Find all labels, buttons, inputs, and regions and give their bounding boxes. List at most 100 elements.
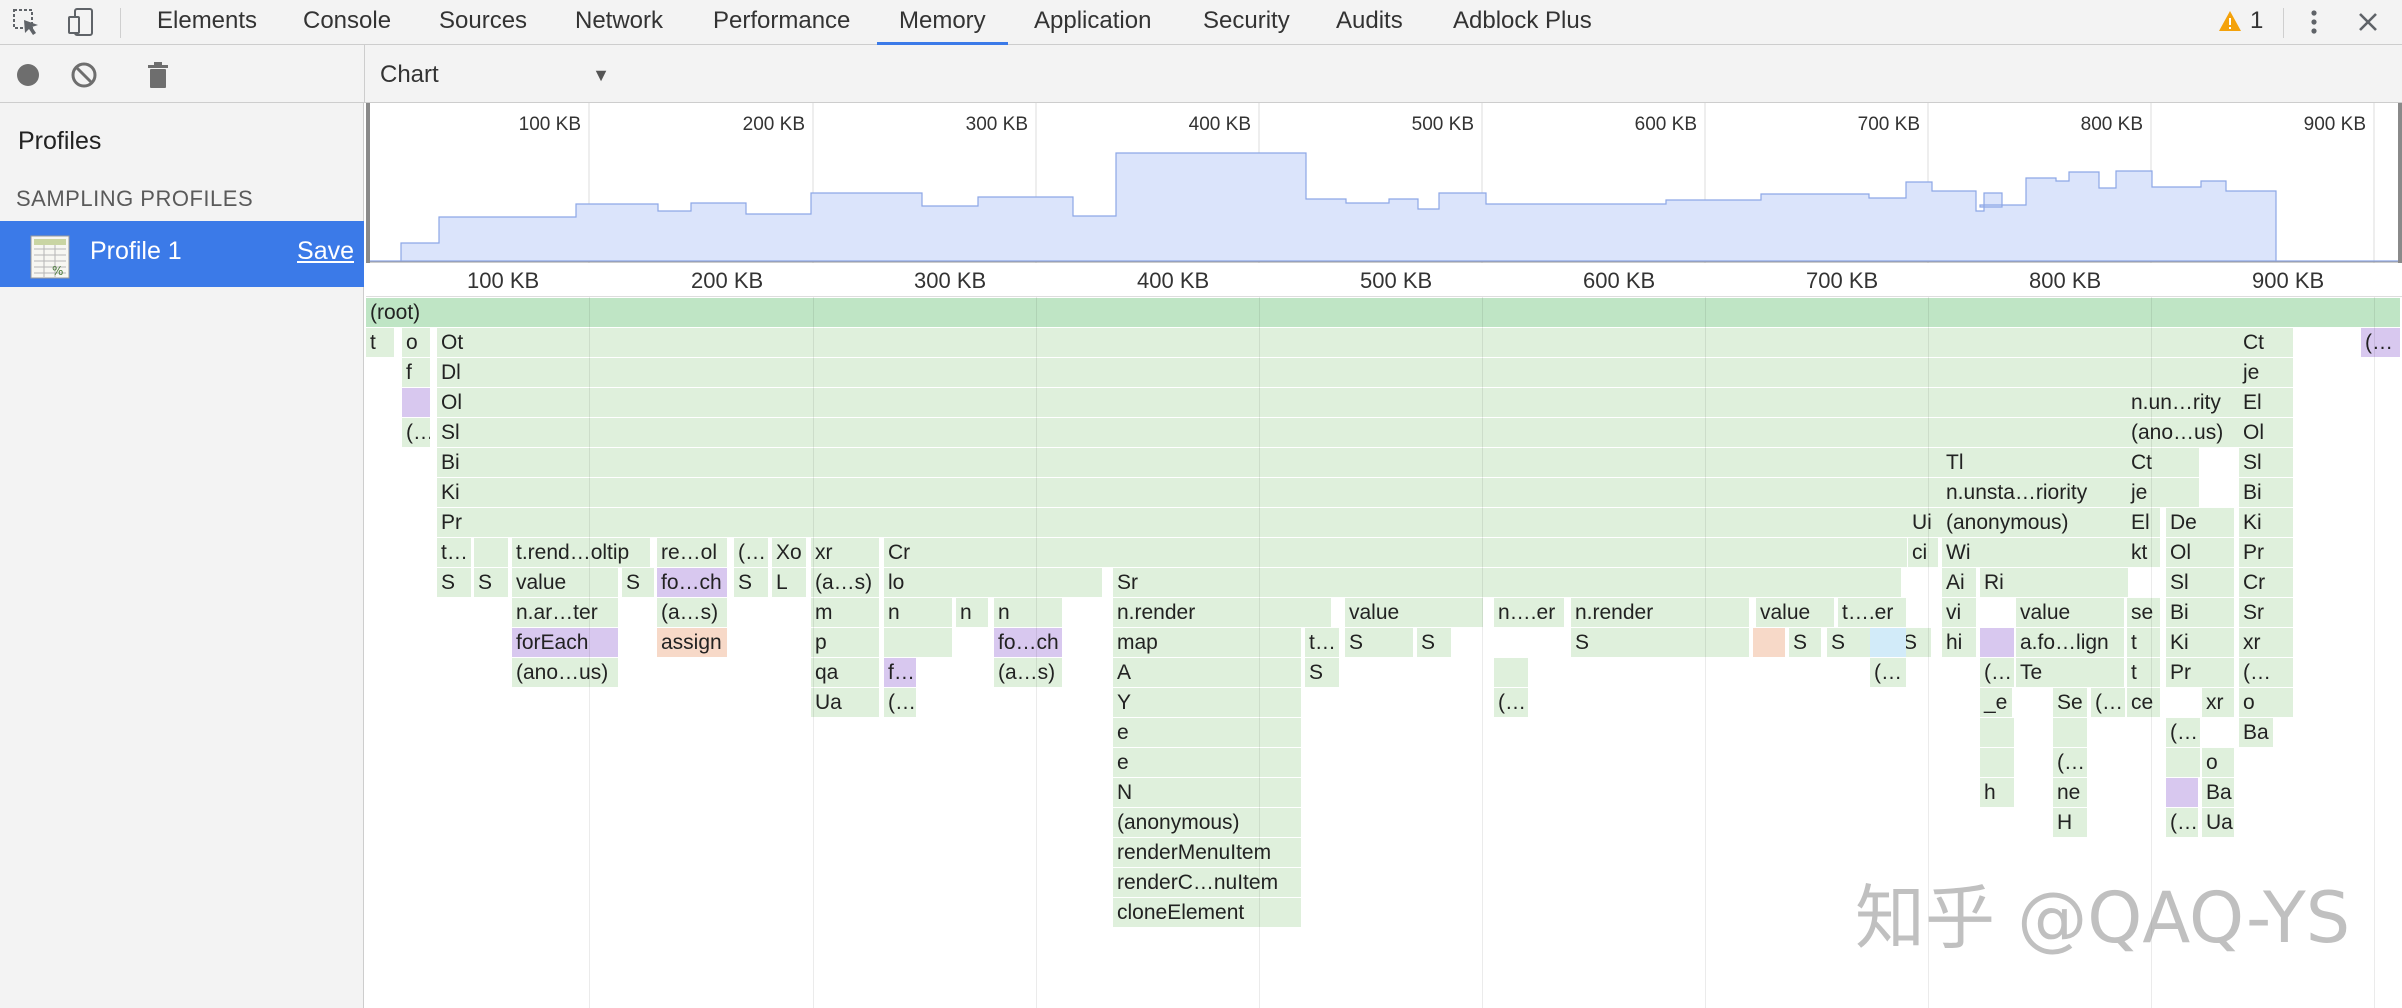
flame-frame[interactable]: Xo (772, 538, 806, 567)
flame-frame[interactable]: Ui (1908, 508, 1938, 537)
flame-frame[interactable]: Sl (2239, 448, 2293, 477)
flame-frame[interactable] (402, 388, 430, 417)
flame-frame[interactable]: Ai (1942, 568, 1976, 597)
flame-frame[interactable]: Bi (2166, 598, 2234, 627)
flame-frame[interactable]: (… (884, 688, 916, 717)
flame-frame[interactable]: L (772, 568, 806, 597)
flame-frame[interactable]: o (2202, 748, 2234, 777)
flame-frame[interactable]: Ba (2202, 778, 2234, 807)
flame-frame[interactable]: Pr (2239, 538, 2293, 567)
flame-frame[interactable]: (… (2053, 748, 2087, 777)
flame-frame[interactable]: qa (811, 658, 879, 687)
flame-frame[interactable]: (a…s) (811, 568, 879, 597)
warning-count[interactable]: 1 (2250, 0, 2263, 45)
flame-frame[interactable]: n.ar…ter (512, 598, 618, 627)
flame-frame[interactable]: e (1113, 718, 1301, 747)
tab-memory[interactable]: Memory (877, 0, 1008, 45)
tab-elements[interactable]: Elements (157, 0, 257, 45)
flame-frame[interactable]: Bi (2239, 478, 2293, 507)
tab-adblock-plus[interactable]: Adblock Plus (1453, 0, 1592, 45)
flame-frame[interactable]: El (2127, 508, 2160, 537)
flame-frame[interactable]: je (2239, 358, 2293, 387)
flame-frame[interactable]: Bi (437, 448, 1965, 477)
overview-left-handle[interactable] (366, 103, 370, 263)
flame-frame[interactable]: Y (1113, 688, 1301, 717)
flame-frame[interactable]: Sl (437, 418, 2243, 447)
flame-frame[interactable]: (ano…us) (512, 658, 618, 687)
tab-performance[interactable]: Performance (713, 0, 850, 45)
flame-frame[interactable]: Te (2016, 658, 2124, 687)
flame-frame[interactable]: Ct (2127, 448, 2199, 477)
flame-frame[interactable]: (… (1870, 658, 1906, 687)
flame-frame[interactable]: S (437, 568, 471, 597)
flame-frame[interactable]: Ki (437, 478, 1965, 507)
flame-frame[interactable] (1980, 718, 2014, 747)
record-icon[interactable] (13, 60, 43, 90)
flame-frame[interactable]: n.un…rity (2127, 388, 2233, 417)
flame-frame[interactable] (1870, 628, 1906, 657)
flame-frame[interactable] (1980, 628, 2014, 657)
flame-frame[interactable]: H (2053, 808, 2087, 837)
flame-frame[interactable]: Cr (884, 538, 1907, 567)
flame-frame[interactable] (1494, 658, 1528, 687)
flame-frame[interactable]: Sr (1113, 568, 1901, 597)
flame-frame[interactable]: n.unsta…riority (1942, 478, 2130, 507)
flame-frame[interactable]: ci (1908, 538, 1938, 567)
flame-frame[interactable]: renderMenuItem (1113, 838, 1301, 867)
profile-list-item[interactable]: % Profile 1 Save (0, 221, 364, 287)
flame-frame[interactable]: n.render (1571, 598, 1749, 627)
view-mode-select[interactable]: Chart ▼ (380, 59, 610, 91)
flame-frame[interactable]: Pr (2166, 658, 2234, 687)
flame-frame[interactable]: map (1113, 628, 1301, 657)
flame-frame[interactable]: Ol (2239, 418, 2293, 447)
flame-frame[interactable]: xr (2202, 688, 2234, 717)
flame-frame[interactable]: Ct (2239, 328, 2293, 357)
flame-frame[interactable]: se (2127, 598, 2160, 627)
flame-frame[interactable]: S (734, 568, 768, 597)
flame-frame[interactable]: Ua (2202, 808, 2234, 837)
flame-frame[interactable]: S (1417, 628, 1451, 657)
flame-frame[interactable]: Ki (2166, 628, 2234, 657)
flame-frame[interactable]: o (402, 328, 430, 357)
flame-frame[interactable]: n (956, 598, 988, 627)
flame-frame[interactable]: Sr (2239, 598, 2293, 627)
tab-audits[interactable]: Audits (1336, 0, 1403, 45)
flame-frame[interactable]: re…ol (657, 538, 727, 567)
flame-frame[interactable]: p (811, 628, 879, 657)
flame-frame[interactable]: t… (437, 538, 471, 567)
flame-frame[interactable] (1753, 628, 1785, 657)
flame-frame[interactable]: (… (1494, 688, 1528, 717)
flame-frame[interactable]: kt (2127, 538, 2160, 567)
flame-frame[interactable]: S (1789, 628, 1821, 657)
flame-frame[interactable]: fo…ch (657, 568, 727, 597)
flame-frame[interactable]: A (1113, 658, 1301, 687)
flame-frame[interactable]: value (1345, 598, 1483, 627)
warning-icon[interactable] (2218, 9, 2242, 38)
flame-frame[interactable] (2053, 718, 2087, 747)
tab-console[interactable]: Console (303, 0, 391, 45)
flame-frame[interactable]: renderC…nuItem (1113, 868, 1301, 897)
flame-frame[interactable]: S (622, 568, 654, 597)
flame-frame[interactable]: (anonymous) (1113, 808, 1301, 837)
flame-frame[interactable]: ce (2127, 688, 2160, 717)
flame-frame[interactable]: Tl (1942, 448, 2130, 477)
flame-frame[interactable]: Dl (437, 358, 2243, 387)
flame-frame[interactable]: je (2127, 478, 2199, 507)
flame-frame[interactable]: De (2166, 508, 2234, 537)
flame-frame[interactable]: Wi (1942, 538, 2130, 567)
flame-frame[interactable]: value (2016, 598, 2124, 627)
flame-frame[interactable]: (a…s) (657, 598, 727, 627)
flame-frame[interactable]: m (811, 598, 879, 627)
tab-application[interactable]: Application (1034, 0, 1151, 45)
flame-frame[interactable]: Ua (811, 688, 879, 717)
more-menu-icon[interactable] (2298, 6, 2330, 38)
flame-frame[interactable]: N (1113, 778, 1301, 807)
flame-frame[interactable]: fo…ch (994, 628, 1062, 657)
memory-overview-pane[interactable]: 100 KB 200 KB 300 KB 400 KB 500 KB 600 KB 700 … (366, 103, 2402, 263)
flame-frame[interactable]: n (994, 598, 1062, 627)
flame-frame[interactable]: (root) (366, 298, 2400, 327)
flame-frame[interactable]: t (2127, 658, 2160, 687)
flame-frame[interactable]: (… (2166, 808, 2198, 837)
flame-frame[interactable]: vi (1942, 598, 1976, 627)
flame-frame[interactable]: Ki (2239, 508, 2293, 537)
